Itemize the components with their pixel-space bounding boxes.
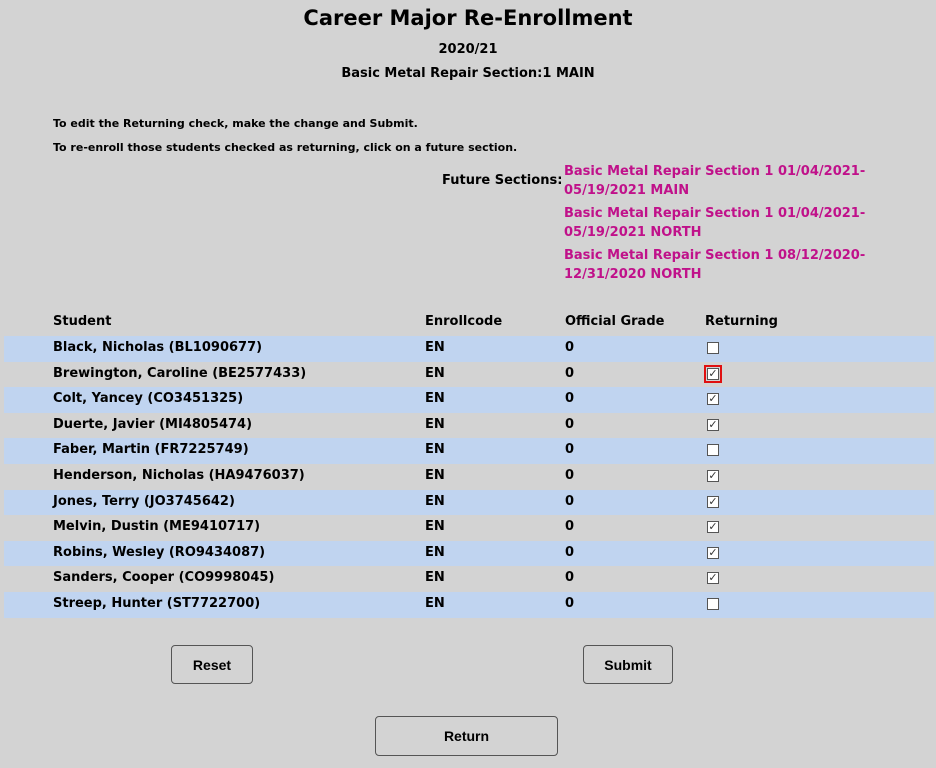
student-name: Robins, Wesley (RO9434087) xyxy=(53,544,266,560)
future-sections-list: Basic Metal Repair Section 1 01/04/2021-… xyxy=(564,162,924,288)
column-header-student: Student xyxy=(53,314,112,329)
official-grade-value: 0 xyxy=(565,340,575,355)
enrollcode-value: EN xyxy=(425,467,445,483)
student-name: Melvin, Dustin (ME9410717) xyxy=(53,519,261,535)
official-grade-value: 0 xyxy=(565,365,575,381)
table-row: Faber, Martin (FR7225749) EN 0 xyxy=(4,438,934,464)
future-section-link-2[interactable]: Basic Metal Repair Section 1 01/04/2021-… xyxy=(564,204,924,242)
table-row: Brewington, Caroline (BE2577433) EN 0 ✓ xyxy=(4,362,934,388)
instruction-reenroll: To re-enroll those students checked as r… xyxy=(53,141,518,154)
table-row: Jones, Terry (JO3745642) EN 0 ✓ xyxy=(4,489,934,516)
official-grade-value: 0 xyxy=(565,416,575,432)
student-name: Henderson, Nicholas (HA9476037) xyxy=(53,467,305,483)
official-grade-value: 0 xyxy=(565,544,575,560)
enrollcode-value: EN xyxy=(425,442,445,458)
column-header-official-grade: Official Grade xyxy=(565,314,665,329)
student-name: Faber, Martin (FR7225749) xyxy=(53,442,249,458)
official-grade-value: 0 xyxy=(565,519,575,535)
official-grade-value: 0 xyxy=(565,493,575,509)
table-row: Colt, Yancey (CO3451325) EN 0 ✓ xyxy=(4,387,934,413)
returning-checkbox[interactable] xyxy=(707,342,719,354)
official-grade-value: 0 xyxy=(565,595,575,611)
page-title: Career Major Re-Enrollment xyxy=(303,6,633,30)
returning-checkbox[interactable]: ✓ xyxy=(707,469,719,482)
instruction-edit: To edit the Returning check, make the ch… xyxy=(53,117,418,130)
returning-checkbox[interactable]: ✓ xyxy=(707,546,719,559)
student-name: Sanders, Cooper (CO9998045) xyxy=(53,570,275,586)
enrollcode-value: EN xyxy=(425,519,445,535)
column-header-returning: Returning xyxy=(705,314,778,329)
returning-checkbox[interactable]: ✓ xyxy=(707,521,719,534)
student-name: Colt, Yancey (CO3451325) xyxy=(53,391,244,407)
current-section: Basic Metal Repair Section:1 MAIN xyxy=(341,66,595,81)
official-grade-value: 0 xyxy=(565,391,575,407)
future-section-link-1[interactable]: Basic Metal Repair Section 1 01/04/2021-… xyxy=(564,162,924,200)
table-row: Robins, Wesley (RO9434087) EN 0 ✓ xyxy=(4,540,934,567)
returning-checkbox[interactable]: ✓ xyxy=(707,393,719,406)
student-name: Streep, Hunter (ST7722700) xyxy=(53,595,261,611)
table-row: Black, Nicholas (BL1090677) EN 0 xyxy=(4,336,934,362)
table-row: Streep, Hunter (ST7722700) EN 0 xyxy=(4,591,934,618)
enrollcode-value: EN xyxy=(425,570,445,586)
return-button[interactable]: Return xyxy=(375,716,558,756)
student-table: Black, Nicholas (BL1090677) EN 0 Brewington… xyxy=(4,336,934,618)
returning-checkbox[interactable]: ✓ xyxy=(707,572,719,585)
returning-checkbox[interactable] xyxy=(707,597,719,610)
official-grade-value: 0 xyxy=(565,442,575,458)
student-name: Brewington, Caroline (BE2577433) xyxy=(53,365,307,381)
student-name: Black, Nicholas (BL1090677) xyxy=(53,340,263,355)
official-grade-value: 0 xyxy=(565,570,575,586)
table-row: Sanders, Cooper (CO9998045) EN 0 ✓ xyxy=(4,566,934,592)
submit-button[interactable]: Submit xyxy=(583,645,673,684)
table-row: Melvin, Dustin (ME9410717) EN 0 ✓ xyxy=(4,515,934,541)
returning-checkbox[interactable]: ✓ xyxy=(704,364,722,383)
enrollcode-value: EN xyxy=(425,493,445,509)
table-row: Duerte, Javier (MI4805474) EN 0 ✓ xyxy=(4,413,934,439)
returning-checkbox[interactable]: ✓ xyxy=(707,495,719,508)
enrollcode-value: EN xyxy=(425,340,445,355)
enrollcode-value: EN xyxy=(425,365,445,381)
enrollcode-value: EN xyxy=(425,416,445,432)
student-name: Duerte, Javier (MI4805474) xyxy=(53,416,253,432)
column-header-enrollcode: Enrollcode xyxy=(425,314,503,329)
school-year: 2020/21 xyxy=(438,42,498,57)
student-name: Jones, Terry (JO3745642) xyxy=(53,493,235,509)
reset-button[interactable]: Reset xyxy=(171,645,253,684)
future-sections-label: Future Sections: xyxy=(442,173,563,188)
returning-checkbox[interactable] xyxy=(707,444,719,457)
enrollcode-value: EN xyxy=(425,391,445,407)
official-grade-value: 0 xyxy=(565,467,575,483)
enrollcode-value: EN xyxy=(425,544,445,560)
enrollcode-value: EN xyxy=(425,595,445,611)
future-section-link-3[interactable]: Basic Metal Repair Section 1 08/12/2020-… xyxy=(564,246,924,284)
table-row: Henderson, Nicholas (HA9476037) EN 0 ✓ xyxy=(4,464,934,490)
returning-checkbox[interactable]: ✓ xyxy=(707,418,719,431)
